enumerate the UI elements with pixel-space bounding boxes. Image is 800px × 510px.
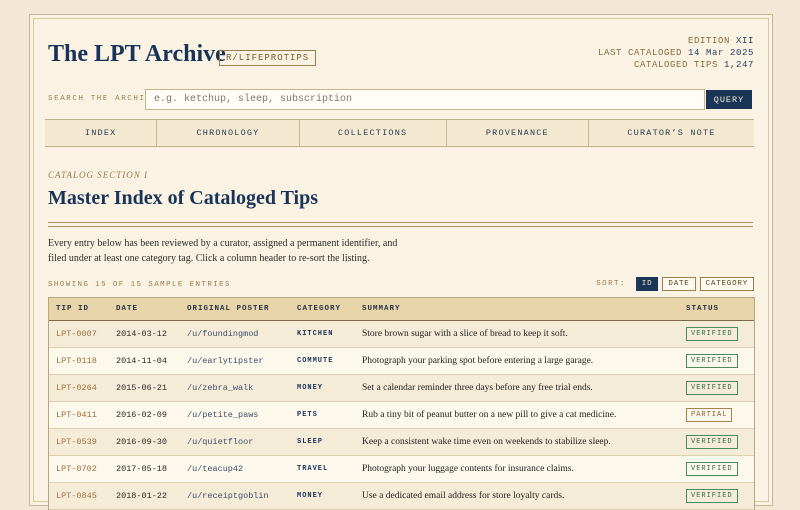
sort-button-date[interactable]: DATE <box>662 277 696 291</box>
archive-page: The LPT Archive R/LIFEPROTIPS EDITION XI… <box>29 14 773 510</box>
column-header-status[interactable]: STATUS <box>686 305 746 313</box>
search-label: SEARCH THE ARCHIVE <box>48 95 158 103</box>
summary-cell: Photograph your luggage contents for ins… <box>362 464 574 474</box>
table-row[interactable]: LPT-0264 2015-06-21 /u/zebra_walk MONEY … <box>49 375 754 402</box>
query-button[interactable]: QUERY <box>706 90 752 109</box>
sort-controls: SORT: ID DATE CATEGORY <box>596 277 754 291</box>
site-title: The LPT Archive <box>48 41 226 67</box>
tip-id-cell[interactable]: LPT-0264 <box>49 383 116 393</box>
sort-label: SORT: <box>596 280 626 288</box>
table-row[interactable]: LPT-0702 2017-05-18 /u/teacup42 TRAVEL P… <box>49 456 754 483</box>
nav-item-curators-note[interactable]: CURATOR’S NOTE <box>589 120 754 146</box>
tip-id-cell[interactable]: LPT-0411 <box>49 410 116 420</box>
section-title: Master Index of Cataloged Tips <box>48 187 319 209</box>
subreddit-tag[interactable]: R/LIFEPROTIPS <box>219 50 317 66</box>
tip-id-cell[interactable]: LPT-0118 <box>49 356 116 366</box>
tips-table: TIP ID DATE ORIGINAL POSTER CATEGORY SUM… <box>48 297 755 510</box>
table-row[interactable]: LPT-0118 2014-11-04 /u/earlytipster COMM… <box>49 348 754 375</box>
date-cell: 2014-03-12 <box>116 329 168 339</box>
search-input[interactable]: e.g. ketchup, sleep, subscription <box>145 89 705 110</box>
poster-cell[interactable]: /u/teacup42 <box>187 464 297 474</box>
last-cataloged-line: LAST CATALOGED 14 Mar 2025 <box>597 48 754 58</box>
section-eyebrow: CATALOG SECTION I <box>48 170 149 180</box>
category-cell: COMMUTE <box>297 357 334 365</box>
summary-cell: Keep a consistent wake time even on week… <box>362 437 611 447</box>
poster-cell[interactable]: /u/earlytipster <box>187 356 297 366</box>
column-header-original-poster[interactable]: ORIGINAL POSTER <box>187 305 297 313</box>
summary-cell: Store brown sugar with a slice of bread … <box>362 329 568 339</box>
column-header-summary[interactable]: SUMMARY <box>362 305 686 313</box>
category-cell: MONEY <box>297 384 324 392</box>
tip-id-cell[interactable]: LPT-0539 <box>49 437 116 447</box>
table-header: TIP ID DATE ORIGINAL POSTER CATEGORY SUM… <box>49 298 754 321</box>
status-badge: VERIFIED <box>686 354 738 368</box>
nav-item-collections[interactable]: COLLECTIONS <box>300 120 447 146</box>
status-badge: VERIFIED <box>686 327 738 341</box>
status-cell: VERIFIED <box>686 381 746 395</box>
poster-cell[interactable]: /u/quietfloor <box>187 437 297 447</box>
entries-count: SHOWING 15 OF 15 SAMPLE ENTRIES <box>48 281 231 289</box>
status-cell: PARTIAL <box>686 408 746 422</box>
poster-cell[interactable]: /u/zebra_walk <box>187 383 297 393</box>
summary-cell: Photograph your parking spot before ente… <box>362 356 594 366</box>
summary-cell: Rub a tiny bit of peanut butter on a new… <box>362 410 617 420</box>
category-cell: MONEY <box>297 492 324 500</box>
cataloged-tips-line: CATALOGED TIPS 1,247 <box>633 60 754 70</box>
category-cell: SLEEP <box>297 438 324 446</box>
status-cell: VERIFIED <box>686 462 746 476</box>
category-cell: TRAVEL <box>297 465 329 473</box>
status-cell: VERIFIED <box>686 327 746 341</box>
nav-item-index[interactable]: INDEX <box>45 120 158 146</box>
date-cell: 2017-05-18 <box>116 464 168 474</box>
date-cell: 2015-06-21 <box>116 383 168 393</box>
poster-cell[interactable]: /u/foundingmod <box>187 329 297 339</box>
column-header-tip-id[interactable]: TIP ID <box>49 305 116 313</box>
category-cell: PETS <box>297 411 318 419</box>
section-divider <box>48 222 753 227</box>
date-cell: 2016-02-09 <box>116 410 168 420</box>
status-cell: VERIFIED <box>686 435 746 449</box>
status-badge: VERIFIED <box>686 462 738 476</box>
archive-meta: EDITION XII LAST CATALOGED 14 Mar 2025 C… <box>598 35 754 71</box>
status-badge: PARTIAL <box>686 408 733 422</box>
sort-button-category[interactable]: CATEGORY <box>699 277 754 291</box>
tip-id-cell[interactable]: LPT-0007 <box>49 329 116 339</box>
edition-line: EDITION XII <box>687 36 754 46</box>
status-badge: VERIFIED <box>686 381 738 395</box>
category-cell: KITCHEN <box>297 330 334 338</box>
date-cell: 2016-09-30 <box>116 437 168 447</box>
status-badge: VERIFIED <box>686 489 738 503</box>
table-row[interactable]: LPT-0845 2018-01-22 /u/receiptgoblin MON… <box>49 483 754 510</box>
table-row[interactable]: LPT-0539 2016-09-30 /u/quietfloor SLEEP … <box>49 429 754 456</box>
status-cell: VERIFIED <box>686 489 746 503</box>
column-header-date[interactable]: DATE <box>116 305 187 313</box>
poster-cell[interactable]: /u/petite_paws <box>187 410 297 420</box>
nav-item-provenance[interactable]: PROVENANCE <box>447 120 589 146</box>
table-row[interactable]: LPT-0411 2016-02-09 /u/petite_paws PETS … <box>49 402 754 429</box>
main-nav: INDEX CHRONOLOGY COLLECTIONS PROVENANCE … <box>45 119 754 147</box>
summary-cell: Set a calendar reminder three days befor… <box>362 383 593 393</box>
section-intro: Every entry below has been reviewed by a… <box>48 238 398 264</box>
column-header-category[interactable]: CATEGORY <box>297 305 362 313</box>
status-cell: VERIFIED <box>686 354 746 368</box>
sort-button-id[interactable]: ID <box>635 277 659 291</box>
table-row[interactable]: LPT-0007 2014-03-12 /u/foundingmod KITCH… <box>49 321 754 348</box>
nav-item-chronology[interactable]: CHRONOLOGY <box>157 120 300 146</box>
status-badge: VERIFIED <box>686 435 738 449</box>
date-cell: 2014-11-04 <box>116 356 168 366</box>
tip-id-cell[interactable]: LPT-0702 <box>49 464 116 474</box>
